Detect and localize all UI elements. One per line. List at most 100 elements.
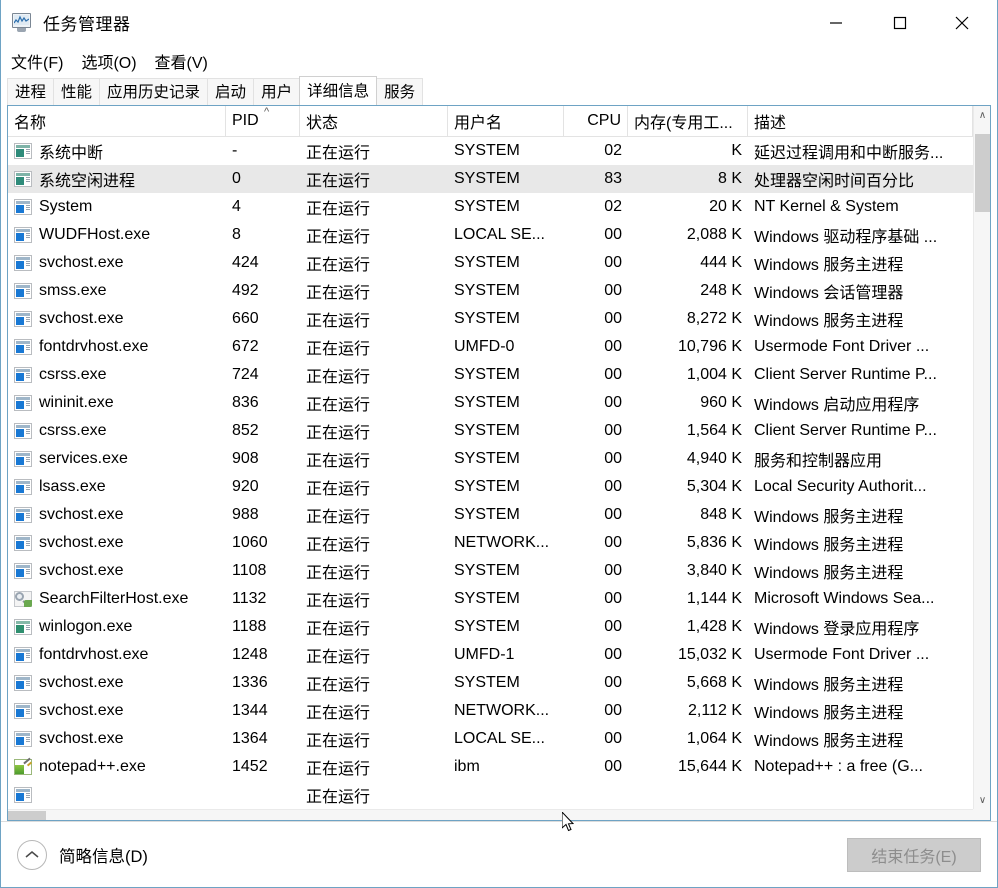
table-row[interactable]: svchost.exe 988 正在运行 SYSTEM 00 848 K Windows 服… (8, 501, 973, 529)
cell-status: 正在运行 (306, 537, 371, 554)
table-row[interactable]: notepad++.exe 1452 正在运行 ibm 00 15,644 K Notepa… (8, 753, 973, 781)
cell-process-name (8, 781, 226, 809)
chevron-up-circle-icon (17, 839, 47, 870)
menu-item-file[interactable]: 文件(F) (11, 47, 72, 75)
process-name-label: fontdrvhost.exe (39, 338, 149, 355)
menu-item-view[interactable]: 查看(V) (155, 47, 217, 75)
cell-memory: 848 K (700, 506, 742, 523)
table-row[interactable]: csrss.exe 852 正在运行 SYSTEM 00 1,564 K Client Se… (8, 417, 973, 445)
cell-description: Windows 启动应用程序 (754, 397, 920, 414)
vertical-scrollbar-thumb[interactable] (975, 134, 990, 212)
maximize-button[interactable] (877, 0, 923, 45)
cell-pid: 836 (232, 394, 259, 411)
cell-status: 正在运行 (306, 425, 371, 442)
cell-pid: 0 (232, 170, 241, 187)
cell-username: SYSTEM (454, 310, 520, 327)
cell-description: Usermode Font Driver ... (754, 338, 930, 355)
process-name-label: 系统中断 (39, 145, 104, 162)
table-row[interactable]: svchost.exe 1060 正在运行 NETWORK... 00 5,836 K Wi… (8, 529, 973, 557)
cell-process-name: svchost.exe (8, 305, 226, 333)
table-row[interactable]: SearchFilterHost.exe 1132 正在运行 SYSTEM 00 1,14… (8, 585, 973, 613)
cell-username: SYSTEM (454, 618, 520, 635)
table-row[interactable]: smss.exe 492 正在运行 SYSTEM 00 248 K Windows 会话管理… (8, 277, 973, 305)
cell-description: Usermode Font Driver ... (754, 646, 930, 663)
cell-memory: 960 K (700, 394, 742, 411)
vertical-scrollbar[interactable]: ∧ ∨ (973, 106, 990, 809)
table-row[interactable]: 系统中断 - 正在运行 SYSTEM 02 K 延迟过程调用和中断服务... (8, 137, 973, 165)
table-row[interactable]: wininit.exe 836 正在运行 SYSTEM 00 960 K Windows 启… (8, 389, 973, 417)
horizontal-scrollbar[interactable] (8, 809, 973, 820)
table-row[interactable]: svchost.exe 660 正在运行 SYSTEM 00 8,272 K Windows… (8, 305, 973, 333)
cell-process-name: System (8, 193, 226, 221)
table-row[interactable]: lsass.exe 920 正在运行 SYSTEM 00 5,304 K Local Sec… (8, 473, 973, 501)
column-header-memory[interactable]: 内存(专用工... (628, 106, 748, 136)
cell-pid: 1108 (232, 562, 267, 579)
column-header-description[interactable]: 描述 (748, 106, 973, 136)
process-name-label: wininit.exe (39, 394, 114, 411)
table-row[interactable]: 系统空闲进程 0 正在运行 SYSTEM 83 8 K 处理器空闲时间百分比 (8, 165, 973, 193)
table-row[interactable]: svchost.exe 424 正在运行 SYSTEM 00 444 K Windows 服… (8, 249, 973, 277)
menu-item-options[interactable]: 选项(O) (81, 47, 145, 75)
table-row[interactable]: svchost.exe 1336 正在运行 SYSTEM 00 5,668 K Window… (8, 669, 973, 697)
cell-pid: 1060 (232, 534, 268, 551)
cell-cpu: 00 (604, 702, 622, 719)
process-icon-exe (14, 227, 32, 243)
column-header-status[interactable]: 状态 (300, 106, 448, 136)
cell-username: LOCAL SE... (454, 730, 545, 747)
table-row[interactable]: services.exe 908 正在运行 SYSTEM 00 4,940 K 服务和控制器… (8, 445, 973, 473)
close-button[interactable] (939, 0, 985, 45)
table-row[interactable]: fontdrvhost.exe 672 正在运行 UMFD-0 00 10,796 K Us… (8, 333, 973, 361)
cell-memory: 8,272 K (686, 310, 742, 327)
table-row[interactable]: svchost.exe 1344 正在运行 NETWORK... 00 2,112 K Wi… (8, 697, 973, 725)
cell-pid: 1248 (232, 646, 268, 663)
cell-process-name: svchost.exe (8, 725, 226, 753)
cell-description: Windows 服务主进程 (754, 313, 904, 330)
cell-username: SYSTEM (454, 590, 520, 607)
column-header-cpu[interactable]: CPU (564, 106, 628, 136)
cell-process-name: csrss.exe (8, 417, 226, 445)
cell-username: UMFD-1 (454, 646, 515, 663)
minimize-button[interactable] (813, 0, 859, 45)
table-row[interactable]: csrss.exe 724 正在运行 SYSTEM 00 1,004 K Client Se… (8, 361, 973, 389)
cell-memory: 15,032 K (677, 646, 742, 663)
process-name-label: services.exe (39, 450, 128, 467)
end-task-button[interactable]: 结束任务(E) (847, 838, 981, 872)
column-header-name[interactable]: 名称 (8, 106, 226, 136)
cell-cpu: 00 (604, 422, 622, 439)
tab-app-history[interactable]: 应用历史记录 (99, 78, 209, 105)
table-row[interactable]: svchost.exe 1108 正在运行 SYSTEM 00 3,840 K Window… (8, 557, 973, 585)
scroll-up-button[interactable]: ∧ (974, 106, 990, 124)
scrollbar-corner (973, 809, 990, 820)
process-icon-exe (14, 703, 32, 719)
tab-services[interactable]: 服务 (376, 78, 424, 105)
horizontal-scrollbar-thumb[interactable] (8, 811, 46, 820)
tab-performance[interactable]: 性能 (53, 78, 101, 105)
tab-details[interactable]: 详细信息 (299, 76, 378, 105)
cell-status: 正在运行 (306, 369, 371, 386)
cell-process-name: lsass.exe (8, 473, 226, 501)
scroll-down-button[interactable]: ∨ (974, 791, 990, 809)
cell-description: Windows 服务主进程 (754, 677, 904, 694)
cell-memory: 1,004 K (686, 366, 742, 383)
process-icon-exe (14, 507, 32, 523)
fewer-details-button[interactable]: 简略信息(D) (17, 839, 148, 870)
cell-status: 正在运行 (306, 285, 371, 302)
table-row[interactable]: fontdrvhost.exe 1248 正在运行 UMFD-1 00 15,032 K U… (8, 641, 973, 669)
table-row[interactable]: WUDFHost.exe 8 正在运行 LOCAL SE... 00 2,088 K Win… (8, 221, 973, 249)
table-row[interactable]: winlogon.exe 1188 正在运行 SYSTEM 00 1,428 K Windo… (8, 613, 973, 641)
cell-memory: 2,112 K (688, 702, 742, 719)
column-header-username[interactable]: 用户名 (448, 106, 564, 136)
column-header-pid[interactable]: PID ^ (226, 106, 300, 136)
tab-processes[interactable]: 进程 (7, 78, 55, 105)
close-icon (955, 16, 969, 29)
table-row[interactable]: System 4 正在运行 SYSTEM 02 20 K NT Kernel & Syste… (8, 193, 973, 221)
tab-startup[interactable]: 启动 (207, 78, 255, 105)
cell-cpu (564, 781, 628, 809)
table-row[interactable]: svchost.exe 1364 正在运行 LOCAL SE... 00 1,064 K W… (8, 725, 973, 753)
cell-description: 服务和控制器应用 (754, 453, 883, 470)
tab-users[interactable]: 用户 (253, 78, 301, 105)
table-row[interactable]: 正在运行 (8, 781, 973, 809)
cell-username: SYSTEM (454, 142, 520, 159)
cell-pid: 908 (232, 450, 259, 467)
cell-username: ibm (454, 758, 480, 775)
